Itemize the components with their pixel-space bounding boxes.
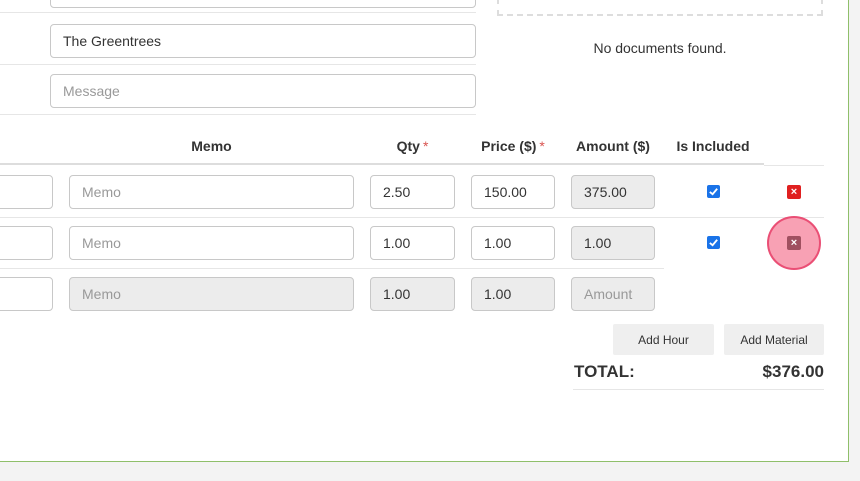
row-2-delete-button[interactable]: × bbox=[787, 236, 801, 250]
row-1-price-input[interactable]: 150.00 bbox=[471, 175, 555, 209]
row-divider bbox=[0, 12, 476, 13]
add-hour-button[interactable]: Add Hour bbox=[613, 324, 714, 355]
close-icon: × bbox=[790, 237, 798, 249]
row-1-included-checkbox[interactable] bbox=[707, 185, 720, 198]
total-divider bbox=[573, 389, 824, 390]
row-1-description-input[interactable] bbox=[0, 175, 53, 209]
header-divider bbox=[0, 163, 764, 165]
document-dropzone[interactable] bbox=[497, 0, 823, 16]
row-2-price-input[interactable]: 1.00 bbox=[471, 226, 555, 260]
form-panel: The Greentrees Message No documents foun… bbox=[0, 0, 849, 462]
check-icon bbox=[709, 239, 718, 247]
row-divider bbox=[0, 64, 476, 65]
row-1-qty-input[interactable]: 2.50 bbox=[370, 175, 455, 209]
memo-header: Memo bbox=[191, 138, 232, 154]
row-3-amount-field: Amount bbox=[571, 277, 655, 311]
required-marker: * bbox=[539, 138, 545, 154]
no-documents-text: No documents found. bbox=[593, 40, 727, 56]
row-1-memo-input[interactable]: Memo bbox=[69, 175, 354, 209]
total-value: $376.00 bbox=[762, 362, 824, 381]
row-2-qty-input[interactable]: 1.00 bbox=[370, 226, 455, 260]
included-header: Is Included bbox=[676, 138, 750, 154]
row-2-included-checkbox[interactable] bbox=[707, 236, 720, 249]
row-2-amount-field: 1.00 bbox=[571, 226, 655, 260]
amount-header: Amount ($) bbox=[576, 138, 650, 154]
required-marker: * bbox=[422, 138, 429, 154]
message-input[interactable]: Message bbox=[50, 74, 476, 108]
row-divider bbox=[0, 114, 476, 115]
qty-header: Qty * bbox=[396, 138, 429, 154]
top-field-input[interactable] bbox=[50, 0, 476, 8]
total-label: TOTAL: bbox=[574, 362, 635, 381]
row-2-description-input[interactable] bbox=[0, 226, 53, 260]
row-divider bbox=[0, 268, 664, 269]
row-divider bbox=[0, 217, 824, 218]
row-1-delete-button[interactable]: × bbox=[787, 185, 801, 199]
address-input[interactable]: The Greentrees bbox=[50, 24, 476, 58]
row-1-amount-field: 375.00 bbox=[571, 175, 655, 209]
row-3-qty-input: 1.00 bbox=[370, 277, 455, 311]
header-divider-right bbox=[764, 165, 824, 166]
add-material-button[interactable]: Add Material bbox=[724, 324, 824, 355]
row-2-memo-input[interactable]: Memo bbox=[69, 226, 354, 260]
row-3-price-input: 1.00 bbox=[471, 277, 555, 311]
price-header: Price ($) * bbox=[481, 138, 545, 154]
check-icon bbox=[709, 188, 718, 196]
row-3-description-input[interactable] bbox=[0, 277, 53, 311]
row-3-memo-input: Memo bbox=[69, 277, 354, 311]
close-icon: × bbox=[790, 186, 798, 198]
